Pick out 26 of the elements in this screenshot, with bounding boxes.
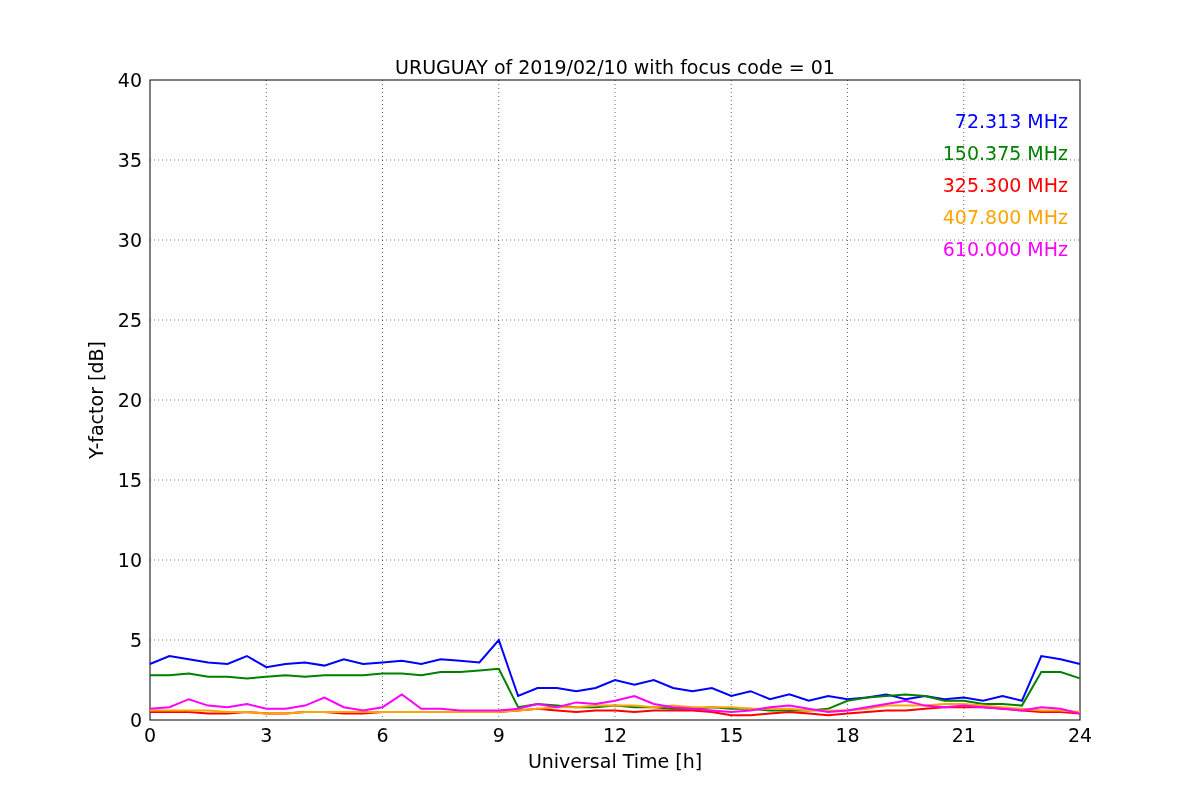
axis-label: Y-factor [dB] (85, 341, 107, 459)
tick-label: 9 (492, 724, 505, 746)
legend-label: 407.800 MHz (942, 206, 1068, 228)
tick-label: 5 (129, 629, 142, 651)
tick-label: 3 (260, 724, 273, 746)
tick-label: 18 (835, 724, 860, 746)
tick-label: 21 (951, 724, 976, 746)
tick-label: 6 (376, 724, 389, 746)
legend-label: 610.000 MHz (942, 238, 1068, 260)
tick-label: 24 (1067, 724, 1093, 746)
chart-title: URUGUAY of 2019/02/10 with focus code = 01 (395, 56, 835, 78)
tick-label: 0 (129, 709, 142, 731)
axis-label: Universal Time [h] (527, 750, 703, 772)
legend-label: 325.300 MHz (942, 174, 1068, 196)
tick-label: 10 (117, 549, 142, 571)
tick-label: 35 (117, 149, 142, 171)
tick-label: 15 (117, 469, 142, 491)
tick-label: 15 (719, 724, 744, 746)
tick-label: 30 (117, 229, 142, 251)
legend-label: 150.375 MHz (942, 142, 1068, 164)
tick-label: 40 (117, 69, 142, 91)
tick-label: 25 (117, 309, 142, 331)
tick-label: 0 (143, 724, 157, 746)
legend-label: 72.313 MHz (954, 110, 1068, 132)
tick-label: 12 (602, 724, 628, 746)
tick-label: 20 (117, 389, 142, 411)
